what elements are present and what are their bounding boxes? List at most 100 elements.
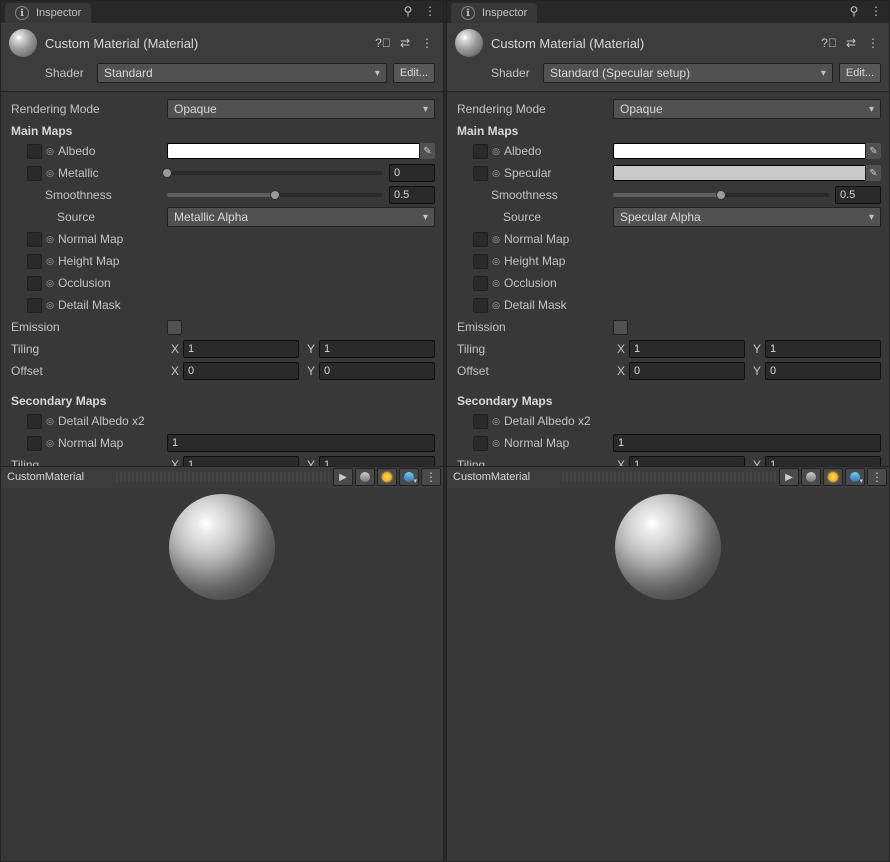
- inspector-tab[interactable]: Inspector: [451, 3, 537, 23]
- emission-checkbox[interactable]: [613, 320, 628, 335]
- normalmap-label: Normal Map: [58, 232, 123, 246]
- shader-label: Shader: [491, 66, 537, 80]
- help-icon[interactable]: ?⃝: [821, 35, 837, 51]
- drag-handle[interactable]: [562, 472, 777, 482]
- occlusion-picker-icon[interactable]: [491, 278, 501, 288]
- offset-x[interactable]: 0: [183, 362, 299, 380]
- sec-tiling-y[interactable]: 1: [765, 456, 881, 466]
- material-preview[interactable]: [447, 488, 889, 862]
- tiling-y[interactable]: 1: [319, 340, 435, 358]
- occlusion-texture[interactable]: [473, 276, 488, 291]
- albedo-texture[interactable]: [27, 144, 42, 159]
- specular-color[interactable]: ✎: [613, 165, 881, 181]
- albedo-texture[interactable]: [473, 144, 488, 159]
- occlusion-texture[interactable]: [27, 276, 42, 291]
- sec-normalmap-texture[interactable]: [27, 436, 42, 451]
- lock-icon[interactable]: ⚲: [847, 4, 861, 18]
- sec-normalmap-picker-icon[interactable]: [491, 438, 501, 448]
- detailalbedo-texture[interactable]: [27, 414, 42, 429]
- tiling-x[interactable]: 1: [629, 340, 745, 358]
- occlusion-picker-icon[interactable]: [45, 278, 55, 288]
- light-button[interactable]: [377, 468, 397, 486]
- offset-x[interactable]: 0: [629, 362, 745, 380]
- specular-texture[interactable]: [473, 166, 488, 181]
- edit-button[interactable]: Edit...: [839, 63, 881, 83]
- detailmask-texture[interactable]: [27, 298, 42, 313]
- menu-icon[interactable]: ⋮: [419, 35, 435, 51]
- eyedropper-icon[interactable]: ✎: [865, 143, 881, 159]
- source-dropdown[interactable]: Metallic Alpha: [167, 207, 435, 227]
- mesh-button[interactable]: [801, 468, 821, 486]
- preview-menu-icon[interactable]: [421, 468, 441, 486]
- smoothness-slider[interactable]: [613, 193, 829, 197]
- detailalbedo-picker-icon[interactable]: [491, 416, 501, 426]
- specular-picker-icon[interactable]: [491, 168, 501, 178]
- play-button[interactable]: [779, 468, 799, 486]
- normalmap-texture[interactable]: [27, 232, 42, 247]
- smoothness-value[interactable]: 0.5: [835, 186, 881, 204]
- sec-normalmap-picker-icon[interactable]: [45, 438, 55, 448]
- smoothness-slider[interactable]: [167, 193, 383, 197]
- eyedropper-icon[interactable]: ✎: [419, 143, 435, 159]
- normalmap-texture[interactable]: [473, 232, 488, 247]
- skybox-button[interactable]: [845, 468, 865, 486]
- detailmask-picker-icon[interactable]: [491, 300, 501, 310]
- detailmask-picker-icon[interactable]: [45, 300, 55, 310]
- mesh-button[interactable]: [355, 468, 375, 486]
- material-preview[interactable]: [1, 488, 443, 862]
- light-button[interactable]: [823, 468, 843, 486]
- inspector-tab[interactable]: Inspector: [5, 3, 91, 23]
- play-button[interactable]: [333, 468, 353, 486]
- material-thumbnail[interactable]: [9, 29, 37, 57]
- shader-dropdown[interactable]: Standard (Specular setup): [543, 63, 833, 83]
- albedo-color[interactable]: ✎: [167, 143, 435, 159]
- sec-tiling-x[interactable]: 1: [629, 456, 745, 466]
- sec-tiling-x[interactable]: 1: [183, 456, 299, 466]
- drag-handle[interactable]: [116, 472, 331, 482]
- source-dropdown[interactable]: Specular Alpha: [613, 207, 881, 227]
- help-icon[interactable]: ?⃝: [375, 35, 391, 51]
- preset-icon[interactable]: ⇄: [843, 35, 859, 51]
- kebab-icon[interactable]: ⋮: [869, 4, 883, 18]
- heightmap-picker-icon[interactable]: [491, 256, 501, 266]
- menu-icon[interactable]: ⋮: [865, 35, 881, 51]
- offset-y[interactable]: 0: [319, 362, 435, 380]
- smoothness-value[interactable]: 0.5: [389, 186, 435, 204]
- heightmap-picker-icon[interactable]: [45, 256, 55, 266]
- detailmask-texture[interactable]: [473, 298, 488, 313]
- edit-button[interactable]: Edit...: [393, 63, 435, 83]
- tiling-x[interactable]: 1: [183, 340, 299, 358]
- tiling-y[interactable]: 1: [765, 340, 881, 358]
- emission-checkbox[interactable]: [167, 320, 182, 335]
- detailalbedo-picker-icon[interactable]: [45, 416, 55, 426]
- heightmap-texture[interactable]: [27, 254, 42, 269]
- offset-y[interactable]: 0: [765, 362, 881, 380]
- rendering-mode-dropdown[interactable]: Opaque: [167, 99, 435, 119]
- rendering-mode-dropdown[interactable]: Opaque: [613, 99, 881, 119]
- heightmap-texture[interactable]: [473, 254, 488, 269]
- skybox-button[interactable]: [399, 468, 419, 486]
- normalmap-picker-icon[interactable]: [45, 234, 55, 244]
- metallic-picker-icon[interactable]: [45, 168, 55, 178]
- material-thumbnail[interactable]: [455, 29, 483, 57]
- albedo-color[interactable]: ✎: [613, 143, 881, 159]
- normalmap-label: Normal Map: [504, 232, 569, 246]
- albedo-picker-icon[interactable]: [45, 146, 55, 156]
- sec-normalmap-texture[interactable]: [473, 436, 488, 451]
- sec-normal-value[interactable]: 1: [167, 434, 435, 452]
- detailalbedo-texture[interactable]: [473, 414, 488, 429]
- material-title: Custom Material (Material): [45, 36, 367, 51]
- metallic-texture[interactable]: [27, 166, 42, 181]
- preset-icon[interactable]: ⇄: [397, 35, 413, 51]
- albedo-picker-icon[interactable]: [491, 146, 501, 156]
- kebab-icon[interactable]: ⋮: [423, 4, 437, 18]
- metallic-slider[interactable]: [167, 171, 383, 175]
- preview-menu-icon[interactable]: [867, 468, 887, 486]
- eyedropper-icon[interactable]: ✎: [865, 165, 881, 181]
- sec-normal-value[interactable]: 1: [613, 434, 881, 452]
- shader-dropdown[interactable]: Standard: [97, 63, 387, 83]
- metallic-value[interactable]: 0: [389, 164, 435, 182]
- normalmap-picker-icon[interactable]: [491, 234, 501, 244]
- lock-icon[interactable]: ⚲: [401, 4, 415, 18]
- sec-tiling-y[interactable]: 1: [319, 456, 435, 466]
